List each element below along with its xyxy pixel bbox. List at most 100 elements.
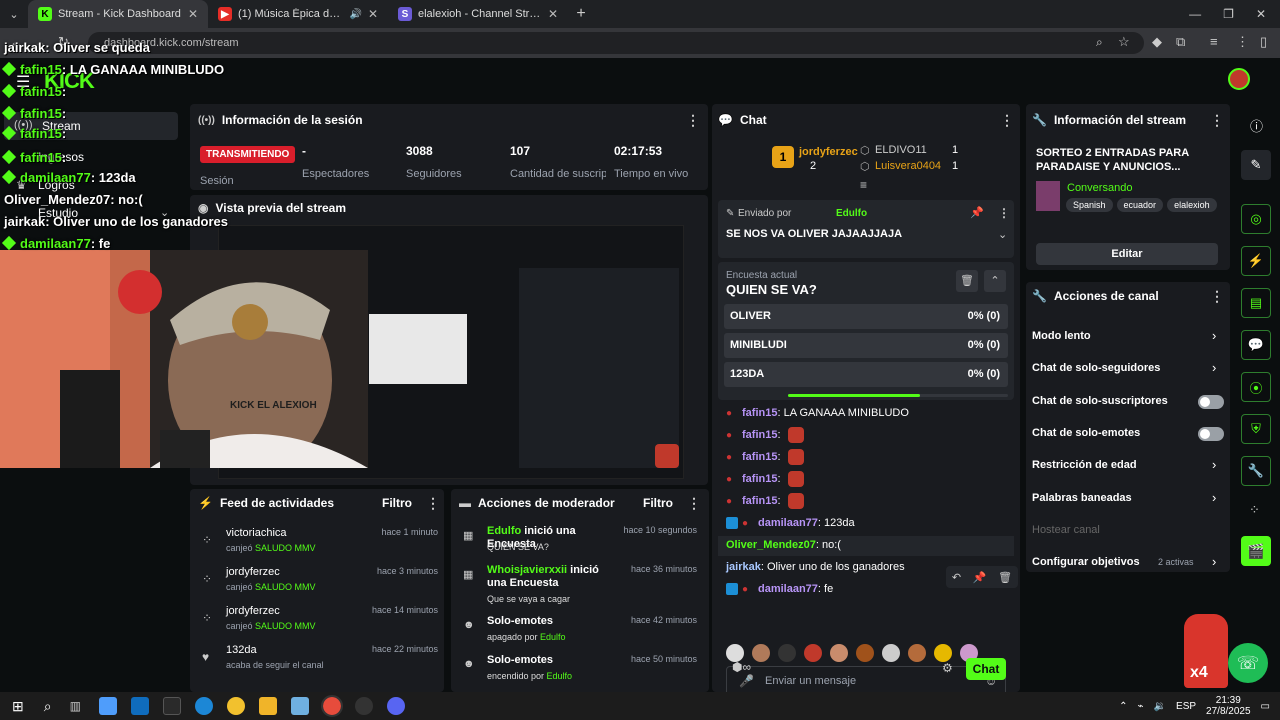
chat-message[interactable]: ● fafin15: xyxy=(718,426,1014,446)
chat-message[interactable]: ● fafin15: xyxy=(718,470,1014,490)
category-name[interactable]: Conversando xyxy=(1067,182,1132,194)
delete-message-icon[interactable]: 🗑 xyxy=(998,571,1012,584)
poll-option[interactable]: MINIBLUDI 0% (0) xyxy=(724,333,1008,358)
mod-action-item[interactable]: ▦ Whoisjavierxxii inició una Encuesta hace… xyxy=(451,564,709,604)
mod-action-detail-user[interactable]: Edulfo xyxy=(540,632,566,642)
more-options-icon[interactable]: ⋮ xyxy=(426,495,440,512)
collapse-leaderboard-icon[interactable]: ≡ xyxy=(860,178,867,192)
outlook-icon[interactable] xyxy=(130,697,149,715)
new-tab-icon[interactable]: + xyxy=(568,0,594,28)
chat-username[interactable]: fafin15 xyxy=(742,407,777,419)
activity-item[interactable]: ⁘ jordyferzec hace 14 minutos canjeó SALUDO… xyxy=(190,603,444,641)
tab-youtube[interactable]: ▶ (1) Música Épica de Batalla 🔊 ✕ xyxy=(208,0,388,28)
channel-action-item[interactable]: Chat de solo-suscriptores xyxy=(1026,387,1230,417)
store-icon[interactable] xyxy=(162,697,181,715)
clock[interactable]: 21:39 27/8/2025 xyxy=(1206,695,1251,717)
side-panel-icon[interactable]: ▯ xyxy=(1260,34,1267,50)
activity-item[interactable]: ⁘ victoriachica hace 1 minuto canjeó SALUDO… xyxy=(190,525,444,563)
extension-icon[interactable]: ◆ xyxy=(1152,34,1162,50)
volume-icon[interactable]: 🔉 xyxy=(1154,701,1166,712)
points-icon[interactable]: ⬢∞ xyxy=(732,660,751,674)
channel-action-item[interactable]: Restricción de edad › xyxy=(1026,451,1230,481)
chat-username[interactable]: fafin15 xyxy=(742,495,777,507)
channel-action-item[interactable]: Modo lento › xyxy=(1026,322,1230,352)
chat-username[interactable]: damilaan77 xyxy=(758,517,818,529)
chevron-right-icon[interactable]: › xyxy=(1212,328,1216,343)
network-icon[interactable]: ⌁ xyxy=(1138,701,1144,712)
chat-message[interactable]: ● fafin15: LA GANAAA MINIBLUDO xyxy=(718,404,1014,424)
mod-action-item[interactable]: ☻ Solo-emotes hace 50 minutos encendido por… xyxy=(451,654,709,694)
camera-icon[interactable]: ◎ xyxy=(1241,204,1271,234)
more-options-icon[interactable]: ⋮ xyxy=(1000,112,1014,129)
chat-username[interactable]: Oliver_Mendez07 xyxy=(726,539,816,551)
emote-option-icon[interactable] xyxy=(804,644,822,662)
chat-message[interactable]: ● fafin15: xyxy=(718,492,1014,512)
audio-icon[interactable]: 🔊 xyxy=(349,9,361,20)
tab-search-icon[interactable]: ⌄ xyxy=(0,0,28,28)
chat-message[interactable]: ● fafin15: xyxy=(718,448,1014,468)
discord-icon[interactable] xyxy=(386,697,405,715)
wrench-icon[interactable]: 🔧 xyxy=(1241,456,1271,486)
zoom-icon[interactable]: ⌕ xyxy=(1096,35,1103,50)
more-options-icon[interactable]: ⋮ xyxy=(1210,112,1224,129)
poll-option[interactable]: 123DA 0% (0) xyxy=(724,362,1008,387)
pinned-author[interactable]: Edulfo xyxy=(836,208,867,219)
broadcast-icon[interactable]: ⦿ xyxy=(1241,372,1271,402)
file-explorer-icon[interactable] xyxy=(258,697,277,715)
chat-settings-gear-icon[interactable]: ⚙ xyxy=(942,661,953,675)
channel-action-item[interactable]: Configurar objetivos 2 activas › xyxy=(1026,548,1230,578)
top-chatter-name[interactable]: ELDIVO11 xyxy=(875,144,927,156)
chat-message[interactable]: Oliver_Mendez07: no:( xyxy=(718,536,1014,556)
activity-user[interactable]: victoriachica xyxy=(226,527,287,539)
more-options-icon[interactable]: ⋮ xyxy=(1210,288,1224,305)
activity-user[interactable]: jordyferzec xyxy=(226,566,280,578)
list-icon[interactable]: ▤ xyxy=(1241,288,1271,318)
category-thumbnail[interactable] xyxy=(1036,181,1060,211)
tag-chip[interactable]: Spanish xyxy=(1066,198,1113,212)
language-indicator[interactable]: ESP xyxy=(1176,701,1196,712)
activity-item[interactable]: ⁘ jordyferzec hace 3 minutos canjeó SALUDO … xyxy=(190,564,444,602)
chrome-icon[interactable] xyxy=(226,697,245,715)
mod-action-detail-user[interactable]: Edulfo xyxy=(547,671,573,681)
edge-icon[interactable] xyxy=(194,697,213,715)
poll-option[interactable]: OLIVER 0% (0) xyxy=(724,304,1008,329)
app-icon[interactable] xyxy=(290,697,309,715)
media-icon[interactable]: ≡ xyxy=(1210,34,1218,49)
clapper-icon[interactable]: 🎬 xyxy=(1241,536,1271,566)
activity-item[interactable]: ♥ 132da hace 22 minutos acaba de seguir el … xyxy=(190,642,444,680)
channel-action-item[interactable]: Palabras baneadas › xyxy=(1026,484,1230,514)
channel-action-item[interactable]: Chat de solo-seguidores › xyxy=(1026,354,1230,384)
close-tab-icon[interactable]: ✕ xyxy=(368,7,378,21)
chevron-right-icon[interactable]: › xyxy=(1212,490,1216,505)
close-tab-icon[interactable]: ✕ xyxy=(548,7,558,21)
mod-action-item[interactable]: ▦ Edulfo inició una Encuesta hace 10 segun… xyxy=(451,525,709,565)
task-view-icon[interactable]: ▥ xyxy=(70,699,81,713)
obs-icon[interactable] xyxy=(354,697,373,715)
activity-user[interactable]: 132da xyxy=(226,644,257,656)
windows-start-icon[interactable]: ⊞ xyxy=(12,698,24,715)
toggle-switch[interactable] xyxy=(1198,426,1224,441)
restore-icon[interactable]: ❐ xyxy=(1223,7,1234,21)
delete-poll-icon[interactable]: 🗑 xyxy=(956,270,978,292)
tag-chip[interactable]: elalexioh xyxy=(1167,198,1217,212)
chevron-up-icon[interactable]: ⌃ xyxy=(984,270,1006,292)
emote-option-icon[interactable] xyxy=(934,644,952,662)
emote-option-icon[interactable] xyxy=(856,644,874,662)
chevron-down-icon[interactable]: ⌄ xyxy=(998,228,1007,241)
emote-option-icon[interactable] xyxy=(830,644,848,662)
notifications-icon[interactable]: ▭ xyxy=(1261,701,1270,712)
minimize-icon[interactable]: — xyxy=(1189,7,1201,21)
chat-username[interactable]: damilaan77 xyxy=(758,583,818,595)
close-tab-icon[interactable]: ✕ xyxy=(188,7,198,21)
chat-username[interactable]: jairkak xyxy=(726,561,761,573)
tag-chip[interactable]: ecuador xyxy=(1116,198,1164,212)
mod-action-item[interactable]: ☻ Solo-emotes hace 42 minutos apagado por E… xyxy=(451,615,709,655)
support-chat-icon[interactable]: ☏ xyxy=(1228,643,1268,683)
tab-streams[interactable]: S elalexioh - Channel Streams on ✕ xyxy=(388,0,568,28)
emote-option-icon[interactable] xyxy=(778,644,796,662)
copilot-icon[interactable] xyxy=(98,697,117,715)
filter-button[interactable]: Filtro xyxy=(643,496,673,510)
unpin-icon[interactable]: 📌 xyxy=(970,206,984,219)
chat-message[interactable]: ● damilaan77: 123da xyxy=(718,514,1014,534)
chevron-right-icon[interactable]: › xyxy=(1212,554,1216,569)
